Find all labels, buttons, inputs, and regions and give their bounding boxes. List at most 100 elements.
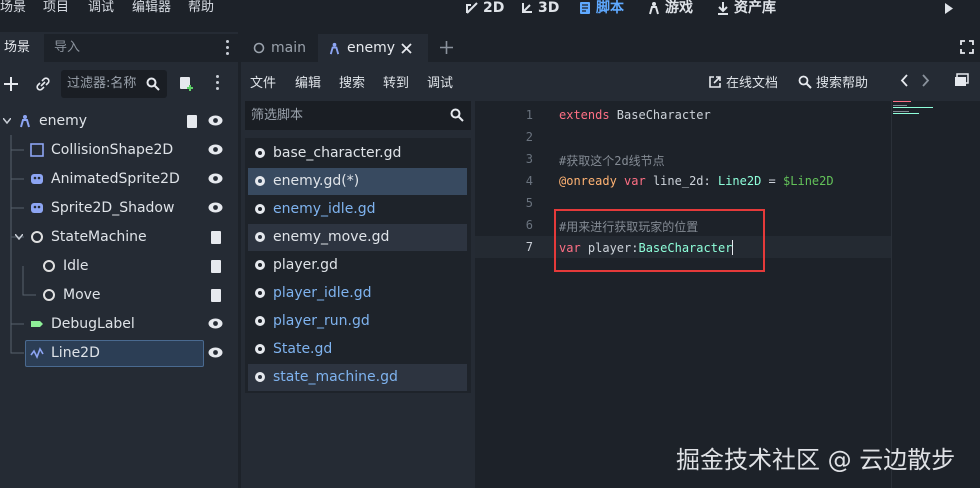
menu-project[interactable]: 项目	[43, 0, 69, 16]
collapse-arrow-icon[interactable]	[3, 118, 11, 124]
script-item-label: enemy.gd(*)	[273, 173, 360, 189]
script-item-label: enemy_idle.gd	[273, 201, 376, 217]
tab-enemy[interactable]: enemy	[318, 34, 428, 62]
script-item[interactable]: base_character.gd	[248, 140, 467, 167]
add-node-icon[interactable]	[3, 76, 19, 92]
script-menu-edit[interactable]: 编辑	[295, 72, 321, 91]
tab-import[interactable]: 导入	[50, 34, 84, 62]
external-link-icon	[709, 75, 721, 88]
workspace-3d[interactable]: 3D	[520, 0, 559, 16]
line-number: 7	[525, 240, 533, 254]
tab-main-label: main	[271, 40, 306, 56]
code-editor[interactable]	[475, 101, 891, 488]
watermark-text: 掘金技术社区 @ 云边散步	[676, 446, 956, 474]
script-item-label: player_run.gd	[273, 313, 370, 329]
tree-node-label: CollisionShape2D	[51, 142, 174, 158]
script-menu-debug[interactable]: 调试	[427, 72, 453, 91]
close-tab-icon[interactable]	[401, 42, 412, 54]
menu-help[interactable]: 帮助	[188, 0, 214, 16]
script-menu-search[interactable]: 搜索	[339, 72, 365, 91]
visibility-eye-icon[interactable]	[208, 318, 223, 329]
tree-node-idle[interactable]: Idle	[0, 252, 238, 280]
workspace-assetlib[interactable]: 资产库	[716, 0, 776, 16]
scene-menu-icon[interactable]	[216, 75, 220, 93]
new-tab-plus-icon[interactable]	[439, 40, 454, 55]
tree-node-debuglabel[interactable]: DebugLabel	[0, 310, 238, 338]
visibility-eye-icon[interactable]	[208, 144, 223, 155]
script-item[interactable]: enemy.gd(*)	[248, 168, 467, 195]
tab-scene[interactable]: 场景	[0, 34, 44, 62]
visibility-eye-icon[interactable]	[208, 173, 223, 184]
script-attached-icon[interactable]	[210, 230, 223, 245]
menu-scene[interactable]: 场景	[0, 0, 26, 16]
dock-menu-icon[interactable]	[226, 40, 230, 58]
search-help-link[interactable]: 搜索帮助	[798, 72, 868, 91]
collapse-arrow-icon[interactable]	[15, 234, 23, 240]
script-item[interactable]: enemy_move.gd	[248, 224, 467, 251]
workspace-2d[interactable]: 2D	[465, 0, 504, 16]
minimap-line	[893, 107, 933, 108]
code-minimap[interactable]	[891, 101, 980, 488]
annotation: @onready	[559, 174, 617, 188]
toggle-panel-icon[interactable]	[954, 73, 969, 87]
minimap-line	[893, 113, 919, 114]
tree-node-enemy[interactable]: enemy	[0, 107, 238, 135]
script-item-label: enemy_move.gd	[273, 229, 390, 245]
script-filter-input[interactable]: 筛选脚本	[245, 101, 471, 130]
visibility-eye-icon[interactable]	[208, 115, 223, 126]
tree-node-statemachine[interactable]: StateMachine	[0, 223, 238, 251]
search-icon	[450, 108, 464, 122]
nav-forward-icon[interactable]	[922, 74, 930, 87]
keyword: extends	[559, 108, 610, 122]
fullscreen-icon[interactable]	[960, 40, 974, 54]
gear-icon	[255, 232, 265, 242]
script-item[interactable]: player.gd	[248, 252, 467, 279]
tree-node-label: StateMachine	[51, 229, 147, 245]
game-mode-icon	[649, 2, 659, 15]
workspace-script[interactable]: 脚本	[578, 0, 624, 16]
code-text: line_2d:	[645, 174, 718, 188]
node-icon	[43, 289, 55, 301]
script-item[interactable]: state_machine.gd	[248, 364, 467, 391]
minimap-line	[893, 105, 907, 106]
line-number: 1	[525, 108, 533, 122]
code-line-1: extends BaseCharacter	[559, 108, 711, 122]
sprite-icon	[31, 203, 43, 213]
tree-node-sprite2d-shadow[interactable]: Sprite2D_Shadow	[0, 194, 238, 222]
script-item-label: player.gd	[273, 257, 338, 273]
scene-circle-icon	[253, 42, 265, 54]
online-docs-link[interactable]: 在线文档	[708, 72, 778, 91]
link-icon[interactable]	[35, 76, 51, 92]
code-line-3: #获取这个2d线节点	[559, 154, 665, 168]
workspace-2d-label: 2D	[483, 0, 505, 16]
workspace-game-label: 游戏	[665, 0, 693, 16]
script-attached-icon[interactable]	[210, 288, 223, 303]
menu-editor[interactable]: 编辑器	[132, 0, 171, 16]
tab-main[interactable]: main	[243, 34, 316, 62]
tree-node-animatedsprite2d[interactable]: AnimatedSprite2D	[0, 165, 238, 193]
tree-node-collisionshape2d[interactable]: CollisionShape2D	[0, 136, 238, 164]
script-item[interactable]: enemy_idle.gd	[248, 196, 467, 223]
workspace-game[interactable]: 游戏	[647, 0, 693, 16]
tree-node-line2d[interactable]: Line2D	[0, 339, 238, 367]
play-icon[interactable]	[944, 3, 954, 14]
minimap-line	[893, 101, 911, 102]
visibility-eye-icon[interactable]	[208, 347, 223, 358]
line-number: 2	[525, 130, 533, 144]
attach-script-icon[interactable]	[178, 75, 195, 92]
script-item[interactable]: player_idle.gd	[248, 280, 467, 307]
script-menu-file[interactable]: 文件	[250, 72, 276, 91]
code-text: =	[761, 174, 784, 188]
script-attached-icon[interactable]	[210, 259, 223, 274]
script-attached-icon[interactable]	[186, 114, 199, 129]
script-menu-goto[interactable]: 转到	[383, 72, 409, 91]
menu-debug[interactable]: 调试	[88, 0, 114, 16]
online-docs-label: 在线文档	[726, 76, 779, 91]
nav-back-icon[interactable]	[900, 74, 908, 87]
script-item[interactable]: player_run.gd	[248, 308, 467, 335]
script-item[interactable]: State.gd	[248, 336, 467, 363]
tree-node-move[interactable]: Move	[0, 281, 238, 309]
3d-mode-icon	[522, 3, 532, 13]
tree-node-label: AnimatedSprite2D	[51, 171, 180, 187]
visibility-eye-icon[interactable]	[208, 202, 223, 213]
